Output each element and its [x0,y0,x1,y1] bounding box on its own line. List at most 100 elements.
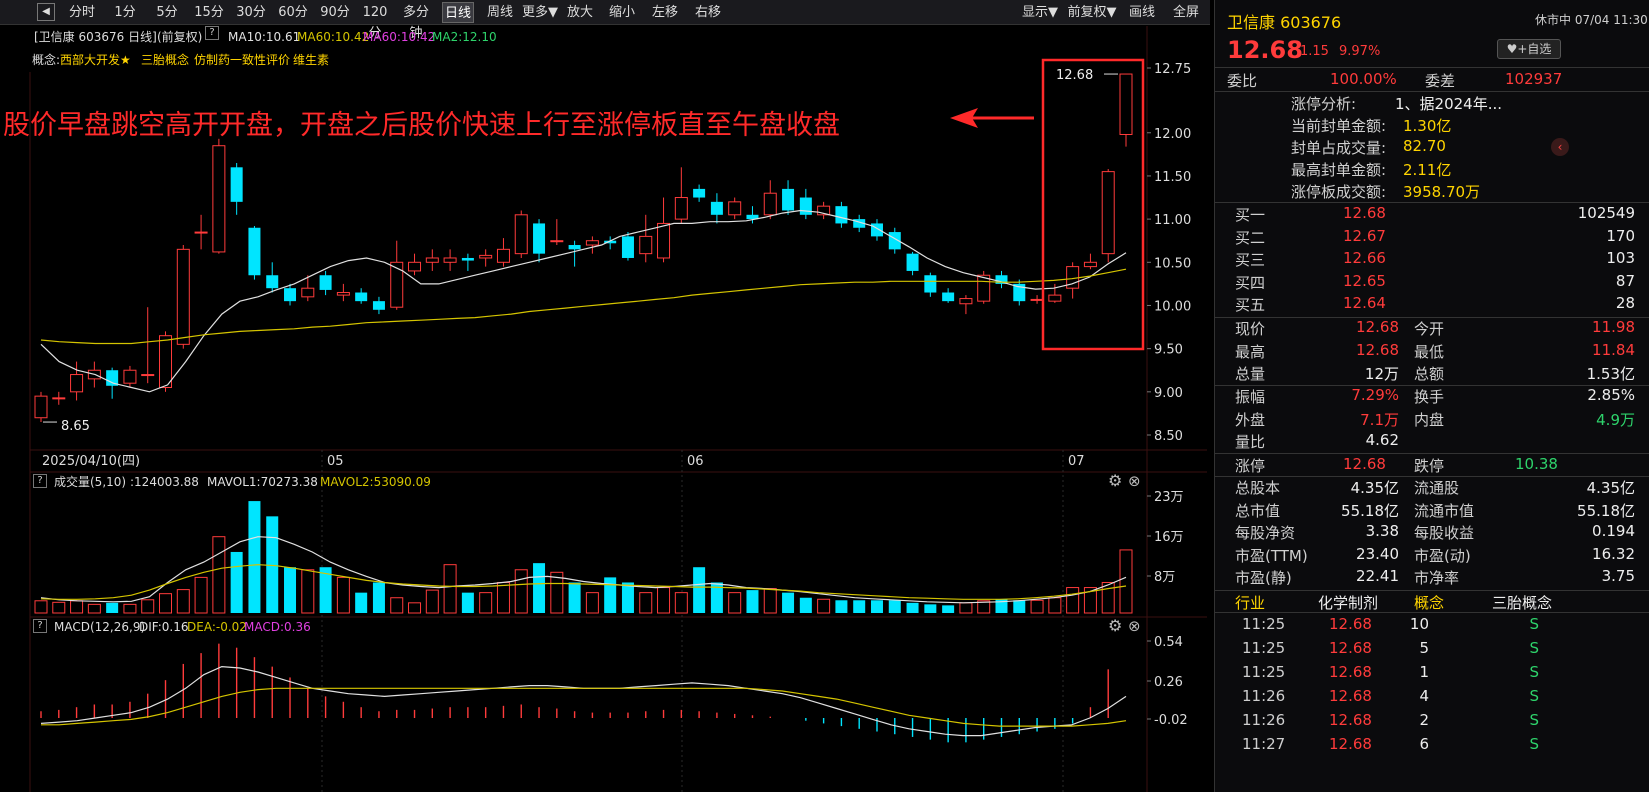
volume-bar [888,600,901,613]
limit-turnover-label: 涨停板成交额: [1291,183,1387,201]
tick-side: S [1529,663,1539,681]
mavol1-label: MAVOL1:70273.38 [207,475,318,489]
limit-analysis-value[interactable]: 1、据2024年... [1395,93,1502,114]
close-icon[interactable]: ⊗ [1128,472,1141,490]
tick-time: 11:26 [1242,687,1286,705]
volume-bar [123,603,137,614]
date-label: 05 [327,454,344,469]
volume-bar [372,582,385,613]
candle-body [141,374,155,377]
volume-bar [746,590,759,613]
chart-panel: ◀ 分时 1分 5分 15分 30分 60分 90分 120分 多分钟 日线 周线 更多▼ 放大 缩小 左移… [0,0,1210,792]
volume-bar [176,589,190,614]
collapse-right-icon[interactable]: ‹ [1551,138,1569,156]
volume-bar [674,592,688,614]
candle-body [568,245,581,250]
max-seal-value: 2.11亿 [1403,161,1452,179]
tick-side: S [1529,615,1539,633]
candle-body [70,374,84,393]
candle-body [52,397,66,400]
macd-label: MACD(12,26,9) [54,620,146,634]
stat-label: 总股本 [1235,479,1281,497]
stat-label: 流通股 [1414,479,1460,497]
stat-value: 4.35亿 [1586,479,1635,497]
tick-price: 12.68 [1329,639,1372,657]
volume-bar [942,605,955,613]
candle-body [514,214,528,255]
limit-up-value: 12.68 [1343,455,1386,473]
tick-time: 11:25 [1242,639,1286,657]
stat-value: 16.32 [1592,544,1635,563]
tick-volume: 5 [1419,639,1429,657]
weicha-value: 102937 [1505,70,1563,88]
candle-body [1119,73,1133,135]
tab-industry[interactable]: 行业 [1235,592,1265,613]
candle-body [372,301,385,310]
candle-body [710,201,723,215]
gear-icon[interactable]: ⚙ [1108,472,1122,490]
volume-bar [141,599,155,614]
candle-body [639,235,653,255]
volume-bar [461,592,474,613]
candle-body [959,298,973,305]
volume-bar [390,597,404,614]
stat-value: 55.18亿 [1577,501,1635,520]
stat-value: 3.38 [1365,522,1399,540]
stat-label: 市净率 [1414,569,1460,587]
stat-value: 55.18亿 [1341,501,1399,520]
candle-body [1101,171,1115,255]
max-seal-label: 最高封单金额: [1291,161,1387,179]
gear-icon[interactable]: ⚙ [1108,617,1122,635]
volume-bar [657,587,671,614]
bid-price: 12.64 [1343,294,1386,312]
volume-bar [248,501,261,613]
bid-price: 12.65 [1343,271,1386,290]
volume-bar [1013,600,1026,613]
tick-volume: 2 [1419,711,1429,729]
volume-bar [70,600,84,614]
limit-down-label: 跌停 [1414,457,1445,475]
candle-body [496,248,510,263]
stat-label: 每股收益 [1414,524,1475,542]
volume-bar [1101,581,1115,614]
stat-value: 4.9万 [1596,410,1635,429]
candle-body [763,192,777,216]
volume-bar [514,569,528,614]
dif-line [40,665,1127,737]
close-icon[interactable]: ⊗ [1128,617,1141,635]
weicha-label: 委差 [1425,72,1456,90]
limit-turnover-value: 3958.70万 [1403,183,1481,201]
stat-value: 3.75 [1601,567,1635,585]
industry-value[interactable]: 化学制剂 [1318,592,1378,613]
candle-body [728,201,742,216]
volume-bar [1030,599,1044,614]
volume-tick-label: 23万 [1154,490,1184,505]
candle-body [942,292,955,302]
weibi-value: 100.00% [1330,70,1397,88]
stat-value: 4.62 [1365,431,1399,449]
volume-bar [604,577,617,613]
candle-body [425,257,439,263]
add-watchlist-button[interactable]: ♥+自选 [1497,39,1561,59]
candle-body [835,206,848,224]
tick-side: S [1529,711,1539,729]
bid-volume: 28 [1615,294,1635,312]
weibi-label: 委比 [1227,72,1258,90]
stock-name: 卫信康 603676 [1227,13,1342,32]
candle-body [212,145,226,253]
volume-bar [835,600,848,613]
tick-volume: 6 [1419,735,1429,753]
ma-long-line [40,268,1127,345]
macd-tick-label: -0.02 [1154,713,1188,728]
price-tick-label: 10.50 [1154,256,1191,271]
seal-ratio-label: 封单占成交量: [1291,139,1387,157]
tick-time: 11:25 [1242,663,1286,681]
concept-value[interactable]: 三胎概念 [1492,592,1552,613]
bid-level-label: 买二 [1235,228,1266,247]
candle-body [443,257,457,263]
stat-label: 流通市值 [1414,501,1475,520]
candle-body [336,292,350,296]
volume-bar [194,576,208,614]
tab-concept[interactable]: 概念 [1414,592,1444,613]
candle-body [657,222,671,259]
